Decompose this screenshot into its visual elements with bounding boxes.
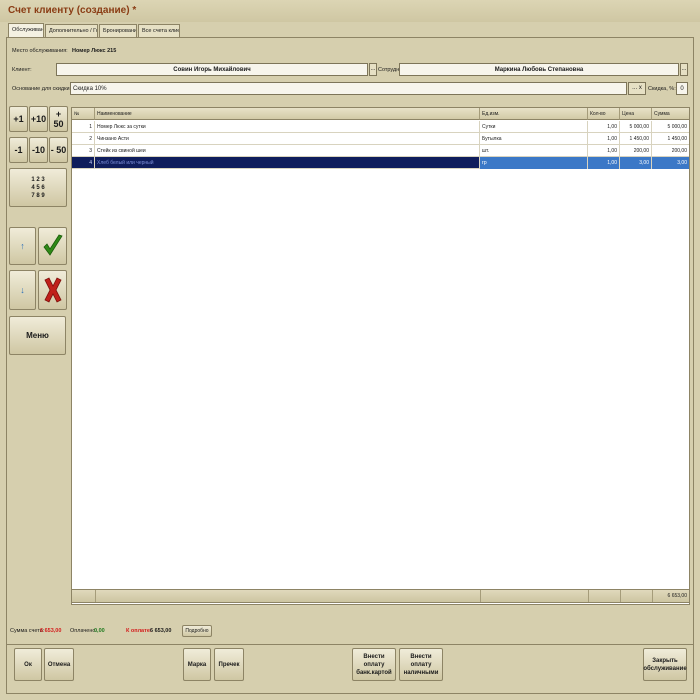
- row-qty: 1,00: [588, 145, 620, 157]
- paid-value: 0,00: [94, 628, 105, 634]
- table-footer: 6 653,00: [71, 589, 690, 603]
- cross-icon: [43, 277, 62, 303]
- invoice-sum-value: 6 653,00: [40, 628, 62, 634]
- pay-card-line-1: Внести оплату: [363, 653, 385, 668]
- row-number: 3: [72, 145, 95, 157]
- close-service-button[interactable]: Закрыть обслуживание: [643, 648, 687, 681]
- discount-pct-field[interactable]: 0: [676, 82, 688, 95]
- move-down-button[interactable]: ↓: [9, 270, 36, 310]
- row-price: 1 450,00: [620, 133, 652, 145]
- row-qty: 1,00: [588, 121, 620, 133]
- pay-cash-line-2: наличными: [403, 669, 439, 676]
- table-total: 6 653,00: [667, 593, 687, 599]
- row-number: 4: [72, 157, 95, 169]
- numpad-row-3: 7 8 9: [31, 192, 45, 199]
- due-label: К оплате:: [126, 628, 152, 634]
- check-icon: [42, 234, 63, 256]
- table-row[interactable]: 1 Номер Люкс за сутки Сутки 1,00 5 000,0…: [72, 121, 689, 133]
- place-value: Номер Люкс 215: [72, 48, 117, 54]
- table-row[interactable]: 3 Стейк из свиной шеи шт. 1,00 200,00 20…: [72, 145, 689, 157]
- row-name: Стейк из свиной шеи: [95, 145, 480, 157]
- tab-booking[interactable]: Бронирование: [99, 24, 137, 37]
- tab-service[interactable]: Обслуживание: [8, 23, 44, 38]
- row-unit: шт.: [480, 145, 588, 157]
- items-table: № Наименование Ед.изм. Кол-во Цена Сумма…: [71, 107, 690, 605]
- employee-field[interactable]: Маркина Любовь Степановна: [399, 63, 679, 76]
- row-unit: Бутылка: [480, 133, 588, 145]
- pay-cash-line-1: Внести оплату: [410, 653, 432, 668]
- confirm-button[interactable]: [38, 227, 67, 265]
- details-button[interactable]: Подробно: [182, 625, 212, 637]
- window-title: Счет клиенту (создание) *: [8, 5, 137, 16]
- numpad-button[interactable]: 1 2 3 4 5 6 7 8 9: [9, 168, 67, 207]
- row-number: 1: [72, 121, 95, 133]
- row-sum: 200,00: [671, 148, 687, 154]
- close-service-line-1: Закрыть: [652, 657, 678, 664]
- pay-card-button[interactable]: Внести оплату банк.картой: [352, 648, 396, 681]
- tab-all-invoices[interactable]: Все счета клиенту: [138, 24, 180, 37]
- row-unit: Сутки: [480, 121, 588, 133]
- pay-cash-button[interactable]: Внести оплату наличными: [399, 648, 443, 681]
- row-number: 2: [72, 133, 95, 145]
- precheck-button[interactable]: Пречек: [214, 648, 244, 681]
- row-sum: 3,00: [652, 157, 689, 169]
- employee-select-button[interactable]: ...: [680, 63, 688, 76]
- plus-1-button[interactable]: +1: [9, 106, 28, 132]
- table-row-selected[interactable]: 4 Хлеб белый или черный гр 1,00 3,00 3,0…: [72, 157, 689, 169]
- paid-label: Оплачено:: [70, 628, 97, 634]
- col-header-price[interactable]: Цена: [620, 108, 652, 120]
- discount-basis-field[interactable]: Скидка 10%: [70, 82, 627, 95]
- row-name: Чинзано Асти: [95, 133, 480, 145]
- discount-basis-select-button[interactable]: ... x: [628, 82, 646, 95]
- row-price: 5 000,00: [620, 121, 652, 133]
- arrow-down-icon: ↓: [20, 285, 25, 295]
- minus-10-button[interactable]: -10: [29, 137, 48, 163]
- mark-button[interactable]: Марка: [183, 648, 211, 681]
- discount-pct-label: Скидка, %:: [648, 86, 676, 92]
- numpad-row-2: 4 5 6: [31, 184, 45, 191]
- tab-extra-guests[interactable]: Дополнительно / Гости: [45, 24, 98, 37]
- client-label: Клиент:: [12, 67, 32, 73]
- row-price: 3,00: [620, 157, 652, 169]
- client-select-button[interactable]: ...: [369, 63, 377, 76]
- client-field[interactable]: Совин Игорь Михайлович: [56, 63, 368, 76]
- plus-10-button[interactable]: +10: [29, 106, 48, 132]
- move-up-button[interactable]: ↑: [9, 227, 36, 265]
- row-unit: гр: [480, 157, 588, 169]
- row-sum: 1 450,00: [667, 136, 687, 142]
- col-header-qty[interactable]: Кол-во: [588, 108, 620, 120]
- close-service-line-2: обслуживание: [643, 665, 687, 672]
- minus-1-button[interactable]: -1: [9, 137, 28, 163]
- row-price: 200,00: [620, 145, 652, 157]
- cancel-button[interactable]: Отмена: [44, 648, 74, 681]
- row-qty: 1,00: [588, 157, 620, 169]
- menu-button[interactable]: Меню: [9, 316, 66, 355]
- col-header-unit[interactable]: Ед.изм.: [480, 108, 588, 120]
- due-value: 6 653,00: [150, 628, 172, 634]
- row-name: Хлеб белый или черный: [95, 157, 480, 169]
- col-header-name[interactable]: Наименование: [95, 108, 480, 120]
- row-name: Номер Люкс за сутки: [95, 121, 480, 133]
- table-row[interactable]: 2 Чинзано Асти Бутылка 1,00 1 450,00 1 4…: [72, 133, 689, 145]
- minus-50-button[interactable]: - 50: [49, 137, 68, 163]
- ok-button[interactable]: Ок: [14, 648, 42, 681]
- row-sum: 5 000,00: [667, 124, 687, 130]
- row-qty: 1,00: [588, 133, 620, 145]
- col-header-sum[interactable]: Сумма: [652, 108, 689, 120]
- numpad-row-1: 1 2 3: [31, 176, 45, 183]
- pay-card-line-2: банк.картой: [356, 669, 392, 676]
- discount-basis-label: Основание для скидки:: [12, 86, 72, 92]
- plus-50-button[interactable]: + 50: [49, 106, 68, 132]
- place-label: Место обслуживания:: [12, 48, 68, 54]
- col-header-number[interactable]: №: [72, 108, 95, 120]
- delete-button[interactable]: [38, 270, 67, 310]
- arrow-up-icon: ↑: [20, 241, 25, 251]
- bottom-bar: [6, 644, 694, 688]
